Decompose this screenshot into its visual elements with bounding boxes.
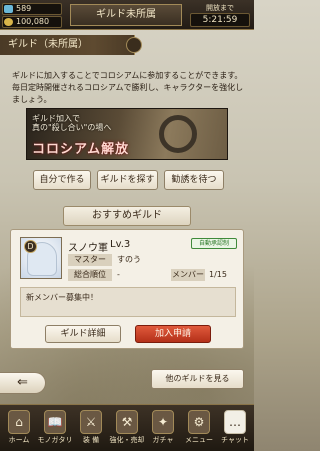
home-icon: ⌂ [8,410,30,434]
nav-enhance[interactable]: ⚒ 強化・売却 [109,405,145,451]
back-arrow-icon[interactable]: ⇐ [0,372,46,394]
coin-icon [4,18,13,26]
timer-label: 開放まで [206,4,234,12]
nav-enhance-label: 強化・売却 [109,436,145,444]
timer-value: 5:21:59 [190,13,250,27]
nav-equipment-label: 装 備 [82,436,100,444]
create-guild-button[interactable]: 自分で作る [33,170,91,190]
master-value: すのう [117,255,141,264]
status-bar: 589 100,080 ギルド未所属 開放まで 5:21:59 [0,0,254,30]
guild-message: 新メンバー募集中！ [20,287,236,317]
gold-counter: 100,080 [2,16,62,28]
gear-icon: ⚙ [188,410,210,434]
banner-line-2: 真の"殺し合い"の場へ [32,123,112,132]
nav-story-label: モノガタリ [37,436,73,444]
section-title: ギルド（未所属） [8,39,88,50]
nav-menu-label: メニュー [185,436,213,444]
guild-card: D スノウ軍 Lv.3 自動承認制 マスター すのう 総合順位 - メンバー 1… [10,229,244,349]
search-guild-button[interactable]: ギルドを探す [97,170,158,190]
total-rank-value: - [117,270,120,279]
gacha-icon: ✦ [152,410,174,434]
banner-line-1: ギルド加入で [32,114,80,123]
chat-bubble-icon: … [224,410,246,434]
gear-ornament-icon [159,115,197,153]
guild-name: スノウ軍 [68,243,108,254]
colosseum-banner[interactable]: ギルド加入で 真の"殺し合い"の場へ コロシアム解放 [26,108,228,160]
banner-subtitle: ギルド加入で 真の"殺し合い"の場へ [32,114,111,132]
guild-rank-badge: D [24,240,37,253]
book-icon: 📖 [44,410,66,434]
auto-approve-badge: 自動承認制 [191,238,237,249]
master-label: マスター [68,254,112,266]
guild-detail-button[interactable]: ギルド詳細 [45,325,121,343]
swords-icon: ⚔ [80,410,102,434]
join-request-button[interactable]: 加入申請 [135,325,211,343]
nav-gacha[interactable]: ✦ ガチャ [145,405,181,451]
member-label: メンバー [171,269,205,281]
nav-home-label: ホーム [8,436,30,444]
gem-counter: 589 [2,3,62,15]
nav-chat[interactable]: … チャット [217,405,253,451]
recommended-guild-ribbon: おすすめギルド [63,206,191,226]
gem-count: 589 [16,4,32,13]
nav-chat-label: チャット [221,436,249,444]
banner-title: コロシアム解放 [32,142,130,157]
gem-icon [4,5,13,13]
nav-equipment[interactable]: ⚔ 装 備 [73,405,109,451]
nav-home[interactable]: ⌂ ホーム [1,405,37,451]
nav-menu[interactable]: ⚙ メニュー [181,405,217,451]
header-end-ornament [126,37,142,53]
member-count: 1/15 [209,270,227,279]
intro-text: ギルドに加入することでコロシアムに参加することができます。毎日定時開催されるコロ… [12,71,244,104]
hammer-icon: ⚒ [116,410,138,434]
total-rank-label: 総合順位 [68,269,112,281]
section-header: ギルド（未所属） [0,35,142,55]
gold-count: 100,080 [16,17,50,26]
wait-invite-button[interactable]: 勧誘を待つ [164,170,224,190]
nav-story[interactable]: 📖 モノガタリ [37,405,73,451]
open-timer: 開放まで 5:21:59 [190,3,250,27]
guild-level: Lv.3 [110,239,131,250]
guild-status-title: ギルド未所属 [70,4,182,26]
bottom-navigation: ⌂ ホーム 📖 モノガタリ ⚔ 装 備 ⚒ 強化・売却 ✦ ガチャ ⚙ メニュー… [0,404,254,451]
guild-master-avatar: D [20,237,62,279]
other-guilds-button[interactable]: 他のギルドを見る [151,369,244,389]
nav-gacha-label: ガチャ [152,436,174,444]
